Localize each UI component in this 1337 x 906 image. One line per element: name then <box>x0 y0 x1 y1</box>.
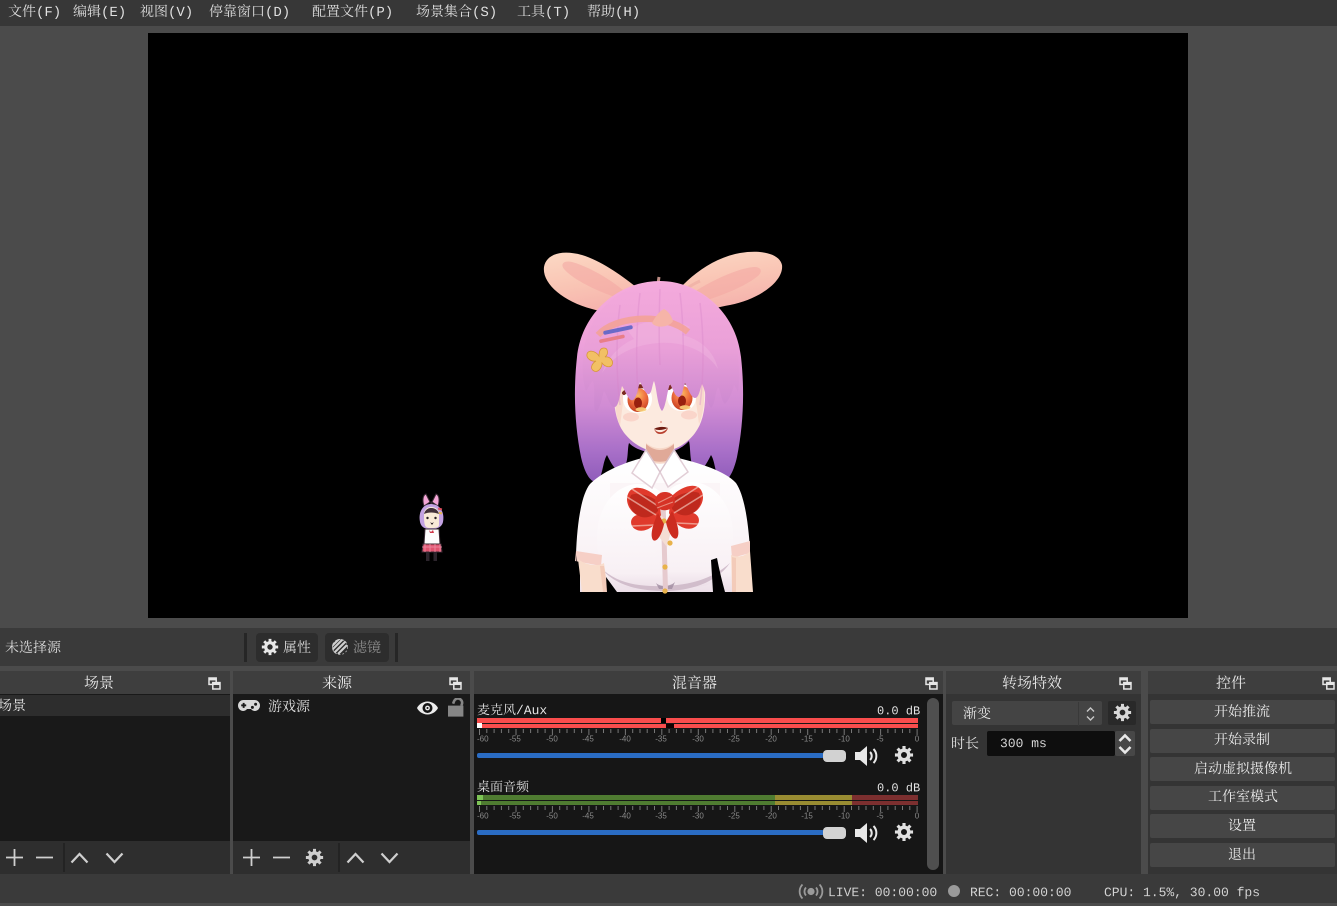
svg-text:-40: -40 <box>619 735 631 744</box>
svg-text:-50: -50 <box>546 735 558 744</box>
svg-text:-45: -45 <box>582 812 594 821</box>
svg-text:-5: -5 <box>876 735 884 744</box>
svg-text:0: 0 <box>915 812 919 821</box>
svg-text:-25: -25 <box>728 735 740 744</box>
svg-text:-30: -30 <box>692 812 704 821</box>
svg-text:0: 0 <box>915 735 919 744</box>
svg-text:-15: -15 <box>801 735 813 744</box>
svg-text:-30: -30 <box>692 735 704 744</box>
svg-text:-45: -45 <box>582 735 594 744</box>
svg-text:-40: -40 <box>619 812 631 821</box>
svg-text:-60: -60 <box>477 812 489 821</box>
svg-text:-55: -55 <box>509 812 521 821</box>
svg-text:-5: -5 <box>876 812 884 821</box>
svg-text:-35: -35 <box>655 812 667 821</box>
svg-text:-55: -55 <box>509 735 521 744</box>
svg-text:-10: -10 <box>838 812 850 821</box>
svg-text:-15: -15 <box>801 812 813 821</box>
svg-text:-10: -10 <box>838 735 850 744</box>
svg-text:-20: -20 <box>765 812 777 821</box>
svg-text:-25: -25 <box>728 812 740 821</box>
svg-text:-35: -35 <box>655 735 667 744</box>
svg-text:-60: -60 <box>477 735 489 744</box>
svg-text:-20: -20 <box>765 735 777 744</box>
svg-text:-50: -50 <box>546 812 558 821</box>
